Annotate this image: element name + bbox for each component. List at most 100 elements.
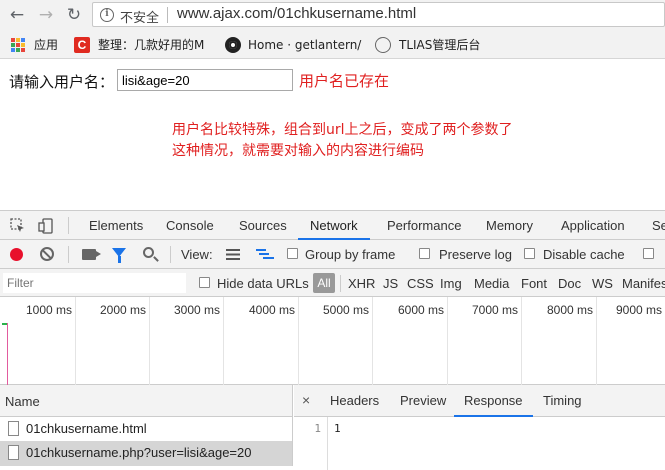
overview-load-marker [7, 323, 8, 385]
name-column-header[interactable]: Name [0, 385, 293, 417]
capture-screenshots-icon[interactable] [82, 249, 101, 260]
devtools-tabbar: Elements Console Sources Network Perform… [0, 210, 665, 240]
timeline-tick-label: 1000 ms [25, 303, 72, 317]
type-filter-font[interactable]: Font [521, 276, 547, 291]
timeline-tick-label: 8000 ms [546, 303, 593, 317]
inspect-element-icon[interactable] [10, 218, 26, 234]
forward-arrow-icon: → [38, 5, 54, 25]
bookmark-item-3[interactable]: TLIAS管理后台 [375, 30, 480, 59]
type-filter-xhr[interactable]: XHR [348, 276, 375, 291]
offline-checkbox[interactable] [643, 248, 654, 259]
bookmarks-bar: 应用 C 整理：几款好用的M Home · getlantern/ TLIAS管… [0, 30, 665, 59]
disable-cache-checkbox[interactable] [524, 248, 535, 259]
device-toolbar-icon[interactable] [38, 218, 54, 234]
network-toolbar: View: Group by frame Preserve log Disabl… [0, 240, 665, 269]
large-rows-icon[interactable] [226, 249, 240, 260]
tab-sources[interactable]: Sources [239, 211, 287, 240]
document-icon [8, 445, 19, 460]
timeline-tick-label: 5000 ms [322, 303, 369, 317]
c-logo-icon: C [74, 36, 90, 53]
url-divider [167, 7, 168, 23]
request-row[interactable]: 01chkusername.html [0, 417, 293, 441]
username-status: 用户名已存在 [299, 72, 390, 90]
github-icon [225, 36, 241, 53]
tab-network[interactable]: Network [298, 211, 370, 240]
back-arrow-icon: ← [9, 5, 25, 25]
tab-performance[interactable]: Performance [387, 211, 461, 240]
hide-data-urls-label: Hide data URLs [217, 276, 309, 291]
request-name: 01chkusername.php?user=lisi&age=20 [26, 445, 252, 460]
filter-divider [340, 275, 341, 292]
filter-icon[interactable] [112, 248, 126, 263]
toolbar-divider [68, 246, 69, 263]
tab-security[interactable]: Se [652, 211, 665, 240]
waterfall-icon[interactable] [256, 248, 274, 261]
timeline-gridline [372, 297, 373, 385]
detail-tabbar: × Headers Preview Response Timing [294, 385, 665, 417]
note-line-2: 这种情况，就需要对输入的内容进行编码 [172, 143, 424, 159]
type-filter-img[interactable]: Img [440, 276, 462, 291]
tab-application[interactable]: Application [561, 211, 625, 240]
tab-elements[interactable]: Elements [89, 211, 143, 240]
group-by-frame-label: Group by frame [305, 247, 396, 262]
search-icon[interactable] [143, 247, 154, 258]
tab-preview[interactable]: Preview [400, 385, 446, 417]
record-icon[interactable] [10, 248, 23, 261]
request-row-selected[interactable]: 01chkusername.php?user=lisi&age=20 [0, 441, 293, 466]
line-number-gutter: 1 [294, 417, 328, 470]
reload-icon: ↻ [66, 5, 82, 25]
timeline-gridline [223, 297, 224, 385]
type-filter-manifest[interactable]: Manifes [622, 276, 665, 291]
timeline-tick-label: 6000 ms [397, 303, 444, 317]
timeline-tick-label: 9000 ms [615, 303, 662, 317]
tab-console[interactable]: Console [166, 211, 214, 240]
url-text[interactable]: www.ajax.com/01chkusername.html [177, 5, 416, 22]
timeline-overview[interactable]: 1000 ms 2000 ms 3000 ms 4000 ms 5000 ms 6000 … [0, 297, 665, 385]
bookmark-item-3-label: TLIAS管理后台 [399, 38, 481, 52]
bookmark-apps[interactable]: 应用 [11, 30, 58, 59]
timeline-tick-label: 4000 ms [248, 303, 295, 317]
bookmark-item-2-label: Home · getlantern/ [248, 37, 362, 52]
clear-icon[interactable] [40, 247, 54, 261]
filter-input[interactable] [3, 273, 186, 293]
type-filter-all[interactable]: All [313, 273, 335, 293]
close-icon[interactable]: × [302, 392, 310, 408]
timeline-gridline [521, 297, 522, 385]
bookmark-item-2[interactable]: Home · getlantern/ [225, 30, 361, 59]
preserve-log-label: Preserve log [439, 247, 512, 262]
type-filter-media[interactable]: Media [474, 276, 509, 291]
username-label: 请输入用户名： [9, 73, 115, 91]
request-name: 01chkusername.html [26, 421, 147, 436]
globe-icon [375, 36, 391, 53]
type-filter-css[interactable]: CSS [407, 276, 434, 291]
bookmark-item-1[interactable]: C 整理：几款好用的M [74, 30, 204, 59]
timeline-tick-label: 7000 ms [471, 303, 518, 317]
back-button[interactable]: ← [7, 5, 27, 25]
tab-memory[interactable]: Memory [486, 211, 533, 240]
type-filter-doc[interactable]: Doc [558, 276, 581, 291]
line-number: 1 [314, 422, 321, 435]
address-bar[interactable]: i 不安全 www.ajax.com/01chkusername.html [92, 2, 665, 27]
browser-toolbar: ← → ↻ i 不安全 www.ajax.com/01chkusername.h… [0, 0, 665, 30]
apps-grid-icon [11, 37, 25, 52]
tab-response[interactable]: Response [454, 385, 533, 417]
toolbar-divider-2 [170, 246, 171, 263]
group-by-frame-checkbox[interactable] [287, 248, 298, 259]
username-input[interactable] [117, 69, 293, 91]
security-indicator[interactable]: 不安全 [120, 7, 159, 26]
type-filter-js[interactable]: JS [383, 276, 398, 291]
view-label: View: [181, 247, 213, 262]
preserve-log-checkbox[interactable] [419, 248, 430, 259]
tab-timing[interactable]: Timing [543, 385, 582, 417]
info-icon[interactable]: i [100, 8, 114, 22]
type-filter-ws[interactable]: WS [592, 276, 613, 291]
disable-cache-label: Disable cache [543, 247, 625, 262]
tabbar-divider [68, 217, 69, 234]
bookmark-apps-label: 应用 [34, 38, 59, 52]
filter-bar: Hide data URLs All XHR JS CSS Img Media … [0, 269, 665, 297]
tab-headers[interactable]: Headers [330, 385, 379, 417]
forward-button[interactable]: → [36, 5, 56, 25]
reload-button[interactable]: ↻ [64, 5, 84, 25]
timeline-tick-label: 3000 ms [173, 303, 220, 317]
hide-data-urls-checkbox[interactable] [199, 277, 210, 288]
